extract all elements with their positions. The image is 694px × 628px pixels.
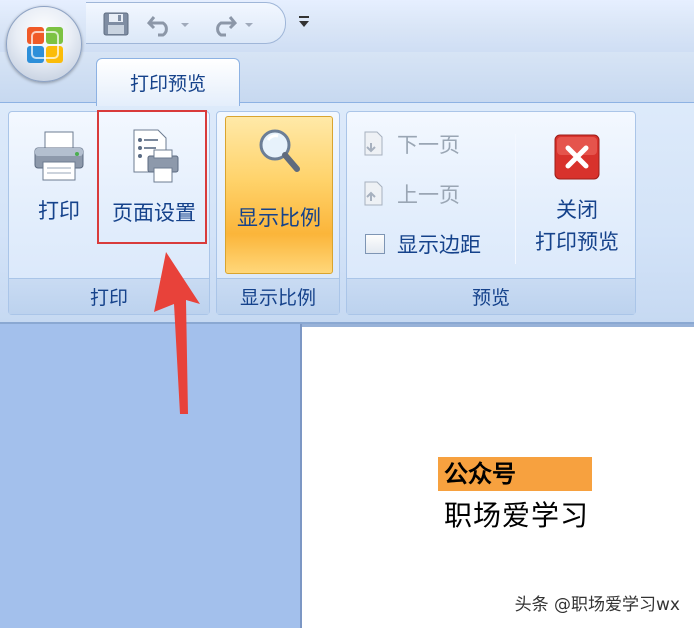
next-page-icon (364, 131, 383, 156)
save-icon[interactable] (102, 11, 130, 37)
printer-icon (34, 131, 84, 181)
redo-dropdown-icon[interactable] (242, 11, 256, 37)
office-logo-icon (27, 27, 63, 63)
group-zoom-label: 显示比例 (217, 278, 339, 314)
close-x-icon (554, 134, 600, 180)
show-margins-label: 显示边距 (397, 233, 481, 257)
prev-page-button[interactable]: 上一页 (359, 174, 509, 214)
next-page-label: 下一页 (397, 133, 460, 157)
tab-print-preview[interactable]: 打印预览 (96, 58, 240, 106)
office-button[interactable] (6, 6, 82, 82)
zoom-button-label: 显示比例 (237, 206, 321, 230)
annotation-highlight-box (97, 110, 207, 244)
undo-icon[interactable] (146, 11, 174, 37)
quick-access-toolbar (86, 2, 286, 44)
close-label-line2: 打印预览 (535, 230, 619, 254)
annotation-arrow-icon (154, 252, 200, 414)
print-button-label: 打印 (38, 199, 80, 223)
next-page-button[interactable]: 下一页 (359, 124, 509, 164)
customize-toolbar-icon[interactable] (296, 12, 312, 32)
magnifier-icon (259, 129, 300, 172)
close-label-line1: 关闭 (556, 198, 598, 222)
tab-strip: 打印预览 (0, 52, 694, 106)
checkbox-box[interactable] (365, 234, 385, 254)
zoom-button[interactable]: 显示比例 (225, 116, 333, 274)
group-separator (515, 134, 516, 264)
group-zoom: 显示比例 显示比例 (216, 111, 340, 315)
prev-page-icon (364, 181, 383, 206)
close-label: 关闭 打印预览 (535, 194, 619, 258)
document-body-text: 职场爱学习 (444, 499, 590, 532)
close-print-preview-button[interactable]: 关闭 打印预览 (523, 118, 631, 270)
document-highlight-text: 公众号 (438, 457, 592, 491)
watermark: 头条 @职场爱学习wx (514, 595, 680, 615)
prev-page-label: 上一页 (397, 183, 460, 207)
group-preview: 下一页 上一页 显示边距 关闭 打印预览 预览 (346, 111, 636, 315)
print-button[interactable]: 打印 (19, 118, 99, 270)
group-preview-label: 预览 (347, 278, 635, 314)
redo-icon[interactable] (210, 11, 238, 37)
show-margins-checkbox[interactable]: 显示边距 (359, 224, 509, 264)
title-bar (0, 0, 694, 52)
undo-dropdown-icon[interactable] (178, 11, 192, 37)
